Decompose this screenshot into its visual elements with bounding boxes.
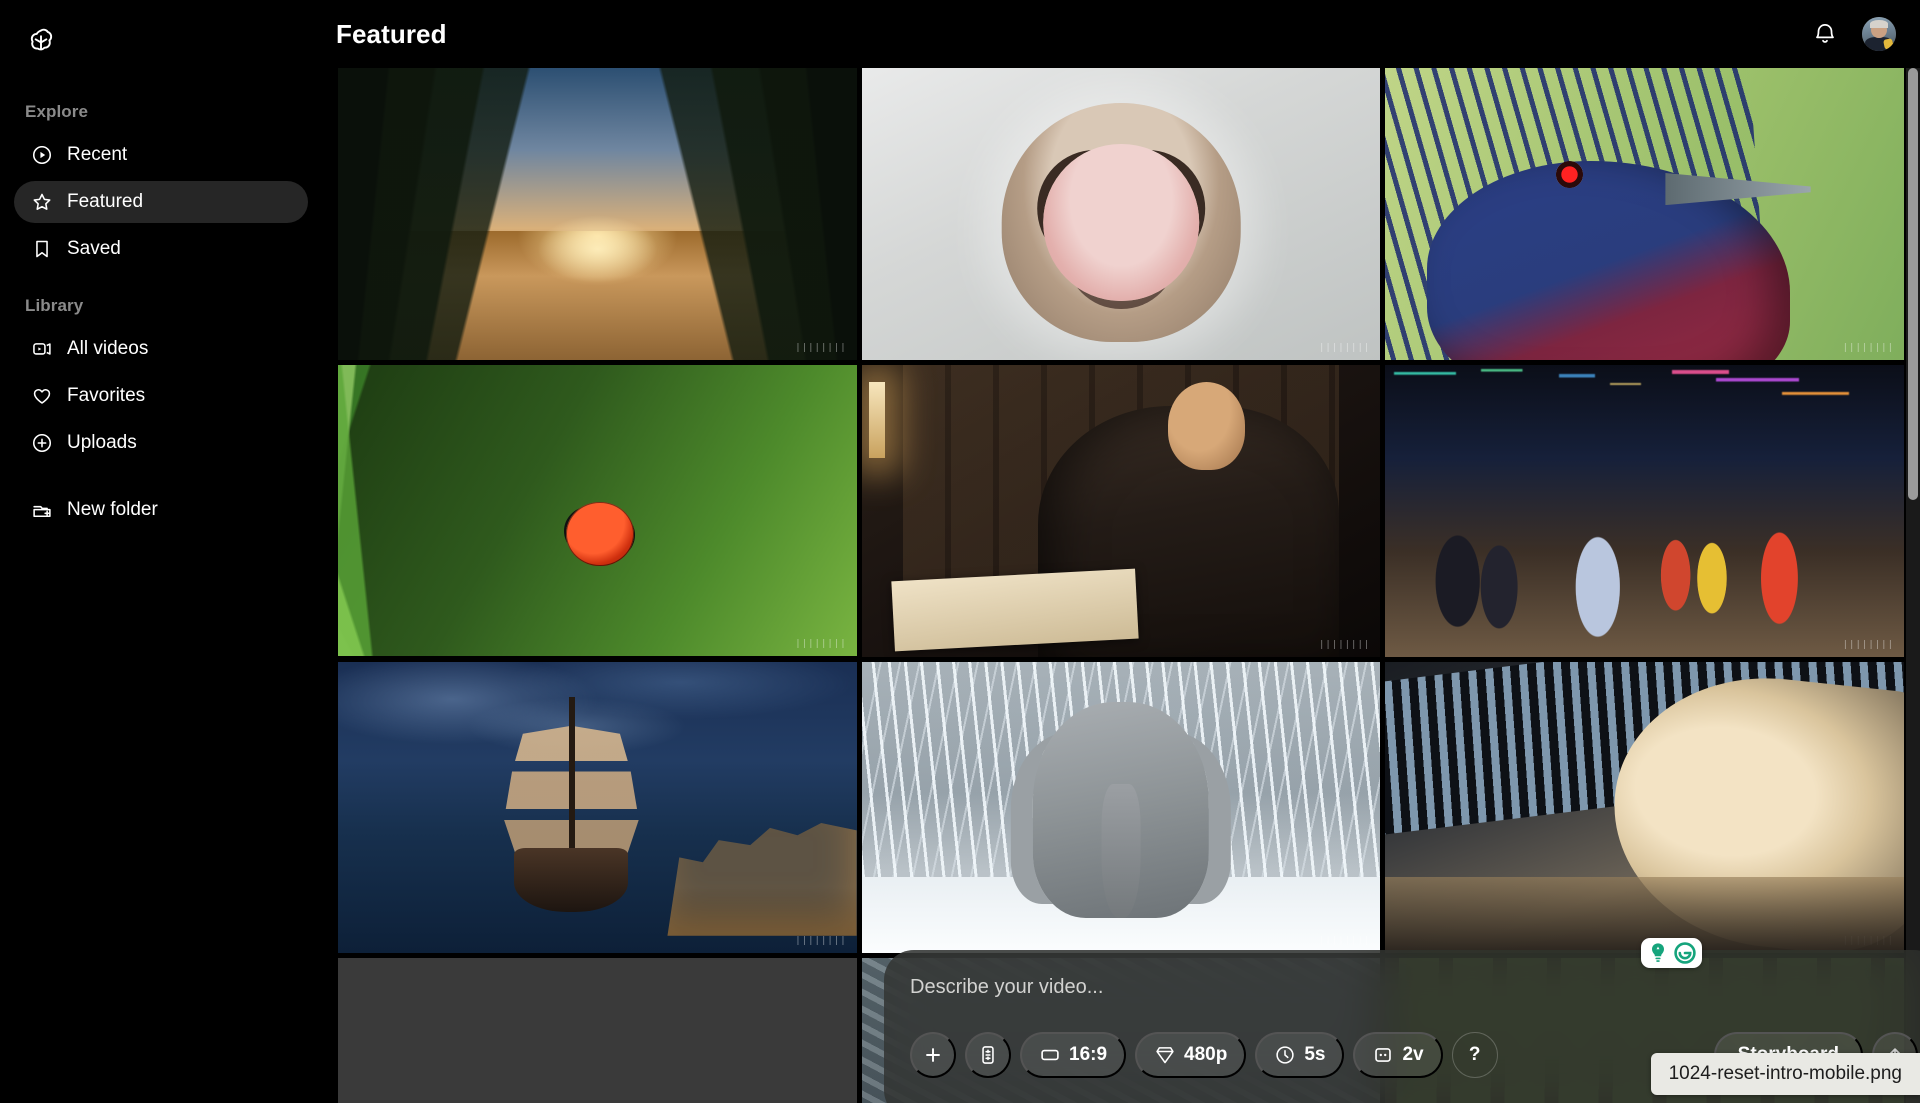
duration-button[interactable]: 5s [1255,1032,1345,1078]
video-thumbnail-korean-night-street-market [1385,364,1904,657]
video-tile-modern-architecture-interior[interactable]: |||||||| [1385,661,1904,954]
writer-head [1167,382,1246,470]
manuscript-paper [891,568,1139,652]
video-thumbnail-ladybug-on-dewy-grass [338,364,857,657]
video-prompt-input[interactable]: Describe your video... [910,976,1918,1010]
video-tile-tree-lined-road-at-sunset[interactable]: |||||||| [338,68,857,360]
sidebar-section-explore-label: Explore [25,102,89,121]
resolution-label: 480p [1184,1044,1228,1065]
avatar-hair [1870,20,1888,28]
sidebar-item-favorites[interactable]: Favorites [14,375,308,417]
vertical-scrollbar[interactable] [1906,68,1920,1103]
video-tile-tall-ship-at-dusk-harbour[interactable]: |||||||| [338,661,857,954]
sidebar-item-all-videos-label: All videos [67,338,149,359]
clock-icon [1274,1044,1296,1066]
grammarly-bulb-icon [1646,941,1670,965]
video-tile-korean-night-street-market[interactable]: |||||||| [1385,364,1904,657]
sidebar-item-recent[interactable]: Recent [14,134,308,176]
bookmark-icon [30,238,53,261]
grammarly-g-icon [1673,941,1697,965]
avatar[interactable] [1862,17,1896,51]
scrollbar-thumb[interactable] [1908,68,1918,500]
video-thumbnail-modern-architecture-interior [1385,661,1904,954]
sidebar-item-recent-label: Recent [67,144,128,165]
sidebar-item-new-folder[interactable]: New folder [14,489,308,531]
ship-mast [568,696,576,860]
bell-icon[interactable] [1810,19,1840,49]
sidebar-item-featured[interactable]: Featured [14,181,308,223]
video-stack-icon [30,338,53,361]
brand-logo[interactable] [0,22,322,76]
sidebar-item-new-folder-label: New folder [67,499,158,520]
candle [869,382,885,459]
video-thumbnail-man-writing-by-candlelight [861,364,1381,657]
app-root: Explore Recent Featured Saved Library Al… [0,0,1920,1103]
sidebar-item-uploads-label: Uploads [67,432,137,453]
sidebar-spacer [14,469,308,489]
video-thumbnail-tall-ship-at-dusk-harbour [338,661,857,954]
question-icon: ? [1468,1044,1481,1065]
sidebar-explore-list: Recent Featured Saved [0,134,322,270]
aspect-ratio-icon [1039,1044,1061,1066]
gem-icon [1154,1044,1176,1066]
grammarly-badge[interactable] [1641,938,1702,968]
sidebar-item-all-videos[interactable]: All videos [14,328,308,370]
help-button[interactable]: ? [1451,1032,1498,1078]
video-tile-victoria-crowned-pigeon[interactable]: |||||||| [1385,68,1904,360]
storyboard-editor-button[interactable] [965,1032,1011,1078]
sidebar-item-saved[interactable]: Saved [14,228,308,270]
plus-icon [922,1044,944,1066]
video-thumbnail-elephant-in-snowy-forest [861,661,1381,954]
download-notification-pill[interactable]: 1024-reset-intro-mobile.png [1650,1053,1920,1095]
folder-plus-icon [30,499,53,522]
video-thumbnail-victoria-crowned-pigeon [1385,68,1904,360]
top-bar: Featured [322,0,1920,68]
play-circle-icon [30,144,53,167]
video-tile-loading-placeholder[interactable] [338,958,857,1103]
aspect-ratio-label: 16:9 [1069,1044,1108,1065]
video-tile-ladybug-on-dewy-grass[interactable]: |||||||| [338,364,857,657]
video-thumbnail-japanese-macaque-in-mist [861,68,1381,360]
resolution-button[interactable]: 480p [1135,1032,1247,1078]
video-thumbnail-tree-lined-road-at-sunset [338,68,857,360]
star-icon [30,191,53,214]
sidebar: Explore Recent Featured Saved Library Al… [0,0,322,1103]
video-thumbnail-loading-placeholder [338,958,857,1103]
bird-beak [1665,173,1811,206]
openai-logo-icon [24,26,322,60]
ship-hull [514,848,629,913]
sidebar-item-favorites-label: Favorites [67,385,146,406]
add-attachment-button[interactable] [910,1032,956,1078]
storyboard-icon [977,1044,999,1066]
sidebar-item-saved-label: Saved [67,238,121,259]
heart-icon [30,385,53,408]
video-tile-man-writing-by-candlelight[interactable]: |||||||| [861,364,1381,657]
duration-label: 5s [1304,1044,1326,1065]
video-tile-elephant-in-snowy-forest[interactable]: |||||||| [861,661,1381,954]
sidebar-item-featured-label: Featured [67,191,144,212]
main-content: Featured |||||||| |||||||| |||||||| ||||… [322,0,1920,1103]
elephant-trunk [1101,784,1141,919]
variations-label: 2v [1402,1044,1424,1065]
variations-icon [1372,1044,1394,1066]
video-tile-japanese-macaque-in-mist[interactable]: |||||||| [861,68,1381,360]
aspect-ratio-button[interactable]: 16:9 [1020,1032,1127,1078]
sidebar-item-uploads[interactable]: Uploads [14,422,308,464]
plus-circle-icon [30,432,53,455]
page-title: Featured [336,18,447,49]
sidebar-library-list: All videos Favorites Uploads New folder [0,328,322,531]
bird-eye [1556,161,1584,188]
variations-button[interactable]: 2v [1353,1032,1443,1078]
sidebar-section-library-label: Library [25,296,84,315]
top-bar-actions [1810,17,1896,51]
